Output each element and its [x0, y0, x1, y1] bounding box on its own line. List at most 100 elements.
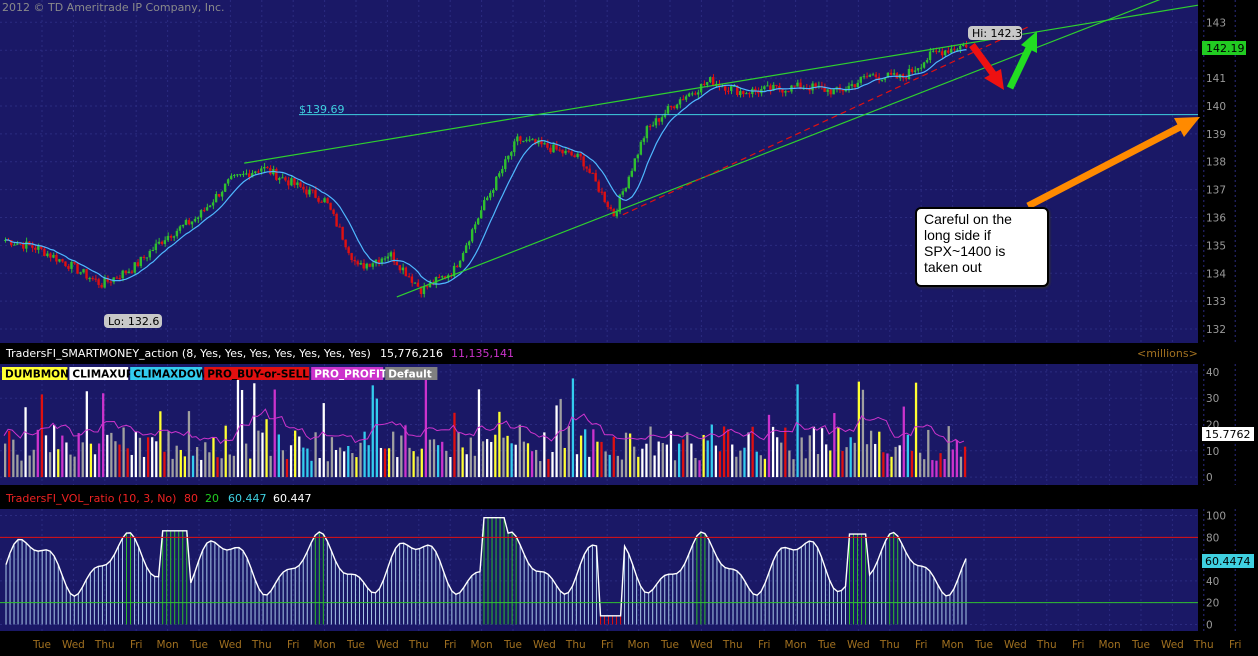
volume-bar: [224, 425, 227, 478]
volume-bar: [600, 441, 603, 478]
candle-body: [205, 207, 209, 211]
volume-bar: [694, 457, 697, 478]
volume-bar: [620, 459, 624, 478]
volume-bar: [673, 460, 677, 478]
volume-bar: [931, 460, 934, 478]
candle-body: [470, 229, 474, 242]
volratio-study-title[interactable]: TradersFI_VOL_ratio (10, 3, No): [5, 492, 176, 505]
candle-body: [504, 159, 507, 170]
volume-bar: [804, 458, 807, 478]
callout-line-1: Careful on the: [924, 211, 1012, 227]
candle-body: [585, 166, 588, 169]
volume-bar: [943, 459, 946, 478]
volume-bar: [163, 451, 166, 478]
x-tick-label: Tue: [1131, 639, 1150, 651]
candle-body: [190, 221, 194, 225]
volume-bar: [796, 384, 799, 478]
volume-bar: [449, 457, 452, 478]
candle-body: [16, 243, 19, 245]
candle-body: [501, 169, 504, 174]
chart-canvas[interactable]: 2012 © TD Ameritrade IP Company, Inc. $1…: [0, 0, 1258, 652]
volume-bar: [16, 454, 19, 478]
volume-bar: [110, 432, 113, 478]
volume-bar: [473, 455, 477, 478]
volume-bar: [436, 445, 440, 478]
volume-bar: [359, 442, 362, 478]
volume-bar: [253, 383, 256, 478]
price-panel[interactable]: [0, 0, 1198, 343]
candle-body: [525, 139, 528, 141]
candle-body: [606, 202, 609, 207]
candle-body: [317, 197, 320, 202]
candle-body: [564, 150, 567, 154]
candle-body: [522, 140, 525, 142]
candle-body: [672, 106, 676, 109]
candle-body: [320, 201, 323, 203]
volume-bar: [183, 456, 187, 478]
volume-bar: [808, 435, 811, 478]
candle-body: [937, 51, 941, 53]
x-tick-label: Wed: [376, 639, 399, 651]
x-tick-label: Tue: [503, 639, 522, 651]
volume-bar: [865, 444, 869, 478]
candle-body: [245, 173, 248, 175]
candle-body: [609, 206, 612, 210]
smartmoney-study-title[interactable]: TradersFI_SMARTMONEY_action (8, Yes, Yes…: [5, 347, 371, 360]
volume-bar: [914, 382, 918, 478]
x-tick-label: Fri: [758, 639, 771, 651]
volume-bar: [612, 436, 615, 478]
volume-bar: [191, 455, 195, 478]
candle-body: [440, 276, 444, 278]
candle-body: [627, 176, 630, 189]
ratio-tick-label: 0: [1206, 619, 1213, 631]
candle-body: [528, 139, 531, 141]
volume-bar: [277, 434, 280, 478]
candle-body: [705, 82, 709, 85]
volume-bar: [138, 437, 142, 478]
volume-bar: [375, 398, 378, 478]
candle-body: [711, 77, 715, 86]
volume-bar: [249, 458, 252, 478]
volume-bar: [906, 434, 910, 478]
ratio-panel[interactable]: [0, 509, 1198, 631]
candle-body: [561, 149, 564, 154]
volume-bar: [579, 435, 583, 478]
candle-body: [287, 180, 290, 186]
volume-bar: [653, 455, 656, 478]
candle-body: [928, 51, 932, 61]
volume-bar: [522, 441, 526, 478]
volume-bar: [175, 445, 178, 478]
candle-body: [826, 89, 829, 92]
volume-bar: [24, 407, 27, 478]
candle-body: [139, 256, 142, 267]
volume-bar: [347, 446, 350, 478]
candle-body: [486, 197, 489, 201]
candle-body: [531, 139, 534, 141]
x-tick-label: Tue: [817, 639, 836, 651]
volume-bar: [65, 442, 68, 478]
volume-bar: [959, 456, 963, 478]
candle-body: [519, 136, 522, 141]
candle-body: [266, 166, 269, 169]
candle-body: [603, 191, 606, 203]
volume-bar: [383, 448, 387, 478]
price-tick-label: 141: [1206, 73, 1226, 85]
volume-bar: [155, 441, 158, 478]
candle-body: [37, 246, 40, 250]
candle-body: [687, 93, 691, 97]
volume-bar: [837, 427, 840, 478]
legend-label: Default: [388, 369, 432, 381]
volume-bar: [285, 458, 289, 478]
x-tick-label: Thu: [1036, 639, 1057, 651]
candle-body: [558, 149, 561, 151]
volume-bar: [927, 429, 930, 478]
x-tick-label: Fri: [1072, 639, 1085, 651]
volume-bar: [4, 443, 7, 478]
callout-line-4: taken out: [924, 259, 982, 275]
price-tick-label: 138: [1206, 157, 1226, 169]
volume-bar: [575, 454, 579, 478]
volume-bar: [731, 444, 734, 478]
candle-body: [684, 96, 688, 100]
volume-bar: [498, 411, 501, 478]
candle-body: [964, 44, 968, 48]
